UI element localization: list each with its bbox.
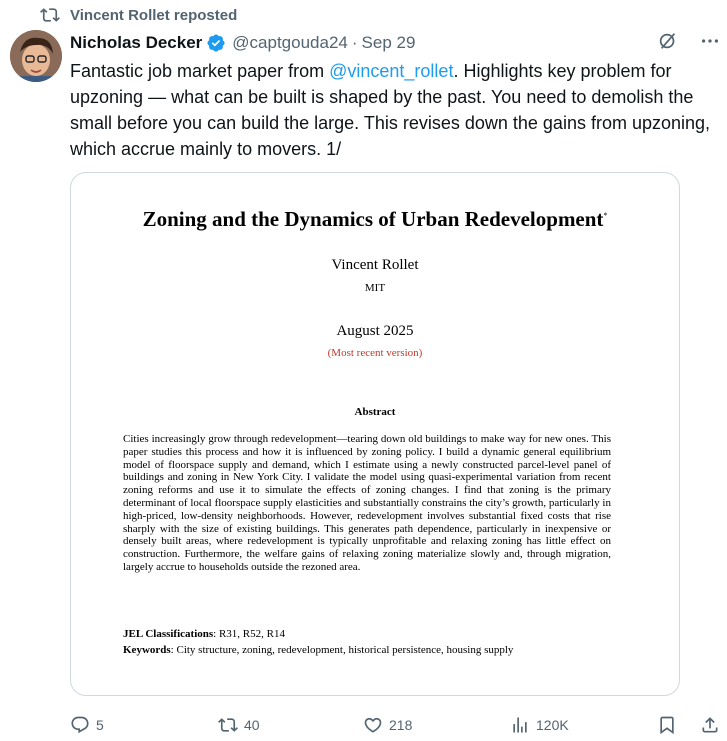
paper-date: August 2025 (336, 323, 414, 339)
keywords-label: Keywords (123, 644, 171, 656)
tweet-text: Fantastic job market paper from @vincent… (70, 58, 715, 162)
tweet-top-actions (657, 30, 721, 52)
attached-image[interactable]: Zoning and the Dynamics of Urban Redevel… (70, 172, 680, 696)
more-options-icon[interactable] (699, 30, 721, 52)
paper-first-page: Zoning and the Dynamics of Urban Redevel… (71, 173, 679, 695)
abstract-text: Cities increasingly grow through redevel… (123, 433, 611, 573)
author-handle[interactable]: @captgouda24 (232, 33, 348, 53)
tweet-text-start: Fantastic job market paper from (70, 61, 330, 81)
like-count: 218 (389, 717, 413, 733)
reply-count: 5 (96, 717, 104, 733)
paper-affiliation: MIT (364, 282, 386, 294)
repost-icon (218, 715, 238, 735)
grok-icon[interactable] (657, 30, 679, 52)
jel-label: JEL Classifications (123, 628, 214, 640)
bookmark-button[interactable] (657, 712, 683, 738)
reply-icon (70, 715, 90, 735)
view-count: 120K (536, 717, 569, 733)
views-button[interactable]: 120K (510, 712, 569, 738)
paper-title-text: Zoning and the Dynamics of Urban Redevel… (142, 207, 604, 231)
views-chart-icon (510, 715, 530, 735)
mention-link[interactable]: @vincent_rollet (329, 61, 453, 81)
avatar[interactable] (10, 30, 62, 82)
repost-text: Vincent Rollet reposted (70, 6, 238, 24)
repost-count: 40 (244, 717, 260, 733)
jel-value: : R31, R52, R14 (213, 628, 285, 640)
tweet-action-bar: 5 40 218 120K (70, 712, 720, 738)
heart-icon (363, 715, 383, 735)
verified-badge-icon (206, 33, 226, 53)
paper-author: Vincent Rollet (331, 257, 419, 273)
reply-button[interactable]: 5 (70, 712, 104, 738)
tweet-header: Nicholas Decker @captgouda24 · Sep 29 (70, 30, 415, 56)
title-footnote-mark: * (603, 211, 608, 220)
jel-classifications: JEL Classifications: R31, R52, R14 (123, 628, 623, 641)
share-icon (700, 715, 720, 735)
share-button[interactable] (700, 712, 726, 738)
repost-indicator[interactable]: Vincent Rollet reposted (40, 4, 237, 26)
abstract-heading: Abstract (354, 406, 396, 418)
separator-dot: · (351, 33, 358, 52)
author-name[interactable]: Nicholas Decker (70, 33, 202, 53)
keywords: Keywords: City structure, zoning, redeve… (123, 644, 623, 657)
bookmark-icon (657, 715, 677, 735)
paper-version-link: (Most recent version) (327, 347, 423, 359)
repost-button[interactable]: 40 (218, 712, 260, 738)
keywords-value: : City structure, zoning, redevelopment,… (170, 644, 514, 656)
repost-icon (40, 5, 60, 25)
tweet-date[interactable]: Sep 29 (362, 33, 416, 53)
like-button[interactable]: 218 (363, 712, 412, 738)
paper-title: Zoning and the Dynamics of Urban Redevel… (71, 207, 679, 232)
